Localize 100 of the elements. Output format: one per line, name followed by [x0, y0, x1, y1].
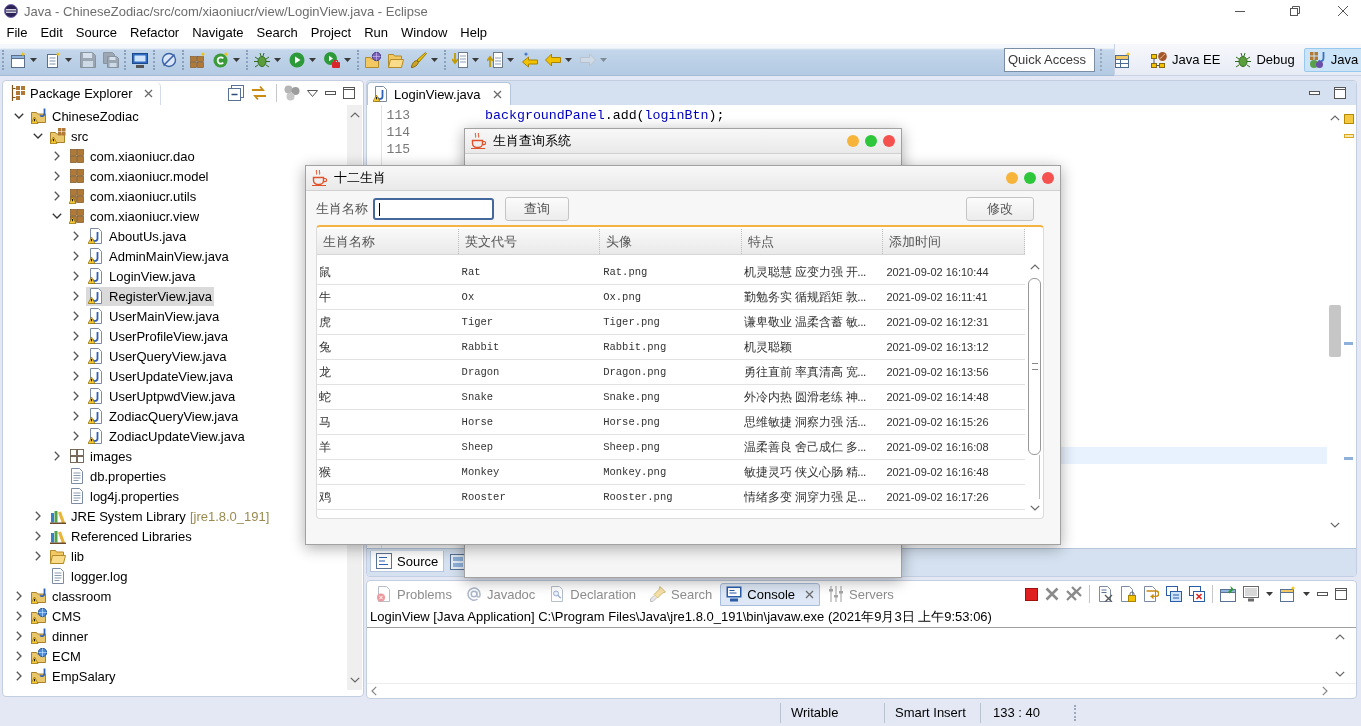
stop-icon[interactable] — [1025, 587, 1038, 601]
up-arrow-document-icon[interactable] — [486, 51, 503, 68]
double-cross-icon[interactable] — [1066, 586, 1082, 602]
back-arrow-star-icon[interactable] — [521, 51, 538, 68]
run-toolbox-icon[interactable] — [323, 51, 340, 68]
dropdown-caret-icon[interactable] — [1266, 592, 1273, 596]
tree-item[interactable]: ECM — [29, 646, 83, 666]
pinned-window-icon[interactable] — [1220, 586, 1236, 602]
chevron-right-icon[interactable] — [35, 551, 41, 561]
scroll-right-icon[interactable] — [1322, 686, 1328, 696]
menu-item[interactable]: Run — [357, 22, 395, 44]
tree-item[interactable]: UserProfileView.java — [86, 326, 230, 346]
close-icon[interactable] — [492, 89, 502, 99]
menu-item[interactable]: Edit — [33, 22, 70, 44]
chevron-right-icon[interactable] — [73, 251, 79, 261]
dash-marker-icon[interactable] — [1344, 457, 1353, 460]
link-arrows-icon[interactable] — [251, 85, 267, 101]
perspective-button[interactable]: Debug — [1229, 47, 1301, 72]
menu-item[interactable]: Help — [453, 22, 494, 44]
bug-icon[interactable] — [253, 51, 270, 68]
tree-item[interactable]: AdminMainView.java — [86, 246, 231, 266]
scroll-down-icon[interactable] — [1330, 522, 1340, 528]
tree-item[interactable]: UserMainView.java — [86, 306, 222, 326]
new-document-icon[interactable] — [44, 51, 61, 68]
chevron-right-icon[interactable] — [16, 591, 22, 601]
chevron-right-icon[interactable] — [35, 511, 41, 521]
menu-item[interactable]: File — [0, 22, 34, 44]
chevron-right-icon[interactable] — [54, 451, 60, 461]
scroll-up-icon[interactable] — [1335, 634, 1345, 640]
view-tab[interactable]: Console — [720, 582, 820, 606]
tree-item[interactable]: AboutUs.java — [86, 226, 189, 246]
maximize-icon[interactable] — [1334, 87, 1346, 99]
tree-item[interactable]: LoginView.java — [86, 266, 198, 286]
tree-item[interactable]: images — [67, 446, 134, 466]
tree-item[interactable]: com.xiaoniucr.dao — [67, 146, 197, 166]
folder-globe-icon[interactable] — [364, 51, 381, 68]
tree-item[interactable]: Referenced Libraries — [48, 526, 194, 546]
minimize-icon[interactable] — [325, 91, 336, 95]
chevron-down-icon[interactable] — [52, 213, 62, 219]
collapse-all-icon[interactable] — [228, 85, 244, 101]
perspective-button[interactable]: Java EE — [1145, 47, 1227, 72]
wrap-document-icon[interactable] — [1143, 586, 1159, 602]
scroll-left-icon[interactable] — [371, 686, 377, 696]
chevron-right-icon[interactable] — [54, 191, 60, 201]
chevron-right-icon[interactable] — [73, 371, 79, 381]
scroll-up-icon[interactable] — [1029, 264, 1040, 270]
view-tab[interactable]: Search — [644, 582, 719, 606]
monitor-icon[interactable] — [131, 51, 148, 68]
editor-tab[interactable]: LoginView.java — [367, 82, 511, 105]
view-menu-icon[interactable] — [307, 89, 318, 97]
dropdown-caret-icon[interactable] — [233, 57, 240, 62]
open-perspective-icon[interactable] — [1115, 51, 1131, 68]
maximize-icon[interactable] — [343, 87, 355, 99]
tree-item[interactable]: classroom — [29, 586, 114, 606]
tree-item[interactable]: UserUpdateView.java — [86, 366, 236, 386]
clear-document-icon[interactable] — [1097, 586, 1113, 602]
chevron-right-icon[interactable] — [73, 351, 79, 361]
scroll-down-icon[interactable] — [349, 677, 360, 683]
chevron-right-icon[interactable] — [73, 331, 79, 341]
tree-item[interactable]: RegisterView.java — [86, 286, 215, 306]
spheres-icon[interactable] — [284, 85, 300, 101]
view-tab[interactable]: Problems — [370, 582, 458, 606]
down-arrow-document-icon[interactable] — [451, 51, 468, 68]
tree-item[interactable]: log4j.properties — [67, 486, 181, 506]
chevron-down-icon[interactable] — [33, 133, 43, 139]
query-button[interactable]: 查询 — [505, 197, 569, 221]
tree-item[interactable]: ChineseZodiac — [29, 106, 141, 126]
column-header[interactable]: 生肖名称 — [317, 229, 459, 254]
column-header[interactable]: 英文代号 — [458, 229, 601, 254]
dropdown-caret-icon[interactable] — [274, 57, 281, 62]
menu-item[interactable]: Project — [304, 22, 358, 44]
perspective-button[interactable]: Java — [1303, 47, 1361, 72]
chevron-right-icon[interactable] — [16, 651, 22, 661]
new-window-icon[interactable] — [9, 51, 26, 68]
chevron-right-icon[interactable] — [73, 431, 79, 441]
chevron-right-icon[interactable] — [73, 311, 79, 321]
dash-marker-icon[interactable] — [1344, 134, 1354, 138]
chevron-right-icon[interactable] — [16, 611, 22, 621]
stacked-windows-cross-icon[interactable] — [1189, 586, 1205, 602]
column-header[interactable]: 添加时间 — [883, 229, 1025, 254]
tree-item[interactable]: EmpSalary — [29, 666, 118, 686]
dropdown-caret-icon[interactable] — [30, 57, 37, 62]
column-header[interactable]: 头像 — [600, 229, 742, 254]
dropdown-caret-icon[interactable] — [1303, 592, 1310, 596]
chevron-right-icon[interactable] — [73, 391, 79, 401]
dropdown-caret-icon[interactable] — [65, 57, 72, 62]
run-icon[interactable] — [288, 51, 305, 68]
tree-item[interactable]: src — [48, 126, 91, 146]
tree-item[interactable]: lib — [48, 546, 86, 566]
tree-item[interactable]: dinner — [29, 626, 91, 646]
cross-icon[interactable] — [1045, 587, 1059, 601]
menu-item[interactable]: Source — [69, 22, 124, 44]
dropdown-caret-icon[interactable] — [565, 57, 572, 62]
scrollbar-thumb[interactable] — [1028, 278, 1041, 455]
tree-item[interactable]: JRE System Library [jre1.8.0_191] — [48, 506, 272, 526]
chevron-right-icon[interactable] — [35, 531, 41, 541]
scrollbar-thumb[interactable] — [1329, 305, 1341, 357]
dash-marker-icon[interactable] — [1344, 342, 1353, 345]
stacked-windows-icon[interactable] — [1166, 586, 1182, 602]
scroll-up-icon[interactable] — [349, 112, 360, 118]
